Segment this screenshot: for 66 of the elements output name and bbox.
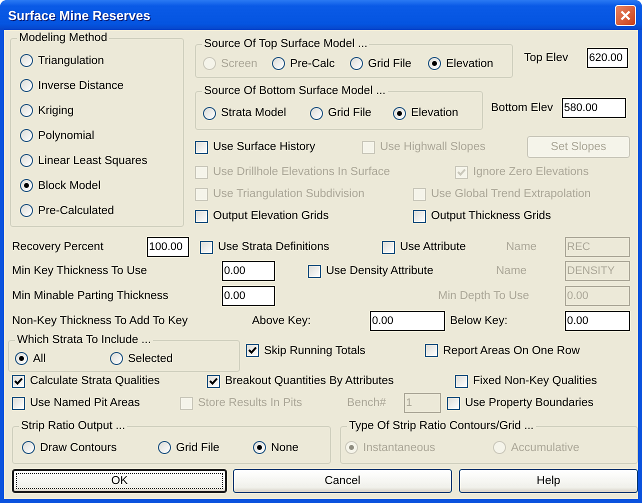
close-icon: [620, 10, 631, 20]
field-label: Non-Key Thickness To Add To Key: [12, 315, 188, 327]
checkbox[interactable]: Skip Running Totals: [246, 344, 366, 357]
radio-button[interactable]: Pre-Calculated: [20, 204, 114, 217]
radio-button[interactable]: Pre-Calc: [272, 57, 335, 70]
field-label: Recovery Percent: [12, 241, 104, 253]
radio-button[interactable]: Grid File: [350, 57, 412, 70]
field-label: Top Elev: [524, 52, 568, 64]
text-field[interactable]: 580.00: [562, 98, 626, 118]
text-field[interactable]: 0.00: [222, 286, 275, 306]
text-field[interactable]: 0.00: [565, 311, 630, 331]
group-label: Source Of Top Surface Model ...: [203, 38, 368, 50]
text-field[interactable]: 0.00: [222, 261, 275, 281]
check-icon: [248, 346, 257, 355]
check-icon: [457, 168, 466, 176]
radio-button[interactable]: Block Model: [20, 179, 101, 192]
checkbox[interactable]: Use Surface History: [195, 140, 316, 154]
radio-button[interactable]: Elevation: [393, 106, 458, 120]
group-label: Which Strata To Include ...: [16, 334, 152, 346]
field-label: Bottom Elev: [491, 102, 553, 114]
checkbox[interactable]: Report Areas On One Row: [425, 344, 580, 357]
check-icon: [209, 376, 218, 386]
checkbox[interactable]: Calculate Strata Qualities: [12, 374, 160, 388]
radio-button[interactable]: Draw Contours: [22, 441, 117, 454]
group-label: Strip Ratio Output ...: [20, 420, 126, 432]
radio-button[interactable]: None: [253, 441, 298, 454]
group-label: Type Of Strip Ratio Contours/Grid ...: [348, 420, 535, 432]
checkbox[interactable]: Use Named Pit Areas: [12, 396, 140, 410]
group-label: Source Of Bottom Surface Model ...: [203, 85, 387, 97]
checkbox[interactable]: Use Strata Definitions: [200, 240, 330, 254]
field-label: Name: [496, 265, 527, 277]
radio-button[interactable]: Linear Least Squares: [20, 154, 148, 167]
radio-button[interactable]: Inverse Distance: [20, 79, 124, 92]
text-field[interactable]: 0.00: [370, 311, 445, 331]
field-label: Min Key Thickness To Use: [12, 265, 148, 277]
field-label: Below Key:: [450, 315, 508, 327]
dialog-button[interactable]: OK: [12, 469, 227, 493]
checkbox[interactable]: Breakout Quantities By Attributes: [207, 374, 394, 388]
field-label: Name: [506, 241, 537, 253]
field-label: Above Key:: [252, 315, 311, 327]
radio-button[interactable]: Grid File: [158, 441, 220, 454]
check-icon: [14, 376, 23, 386]
group-label: Modeling Method: [18, 32, 108, 44]
close-button[interactable]: [615, 4, 636, 26]
radio-button[interactable]: Grid File: [310, 106, 372, 120]
radio-button[interactable]: Selected: [110, 352, 173, 365]
field-label: Min Minable Parting Thickness: [12, 290, 168, 302]
dialog-button[interactable]: Cancel: [233, 469, 452, 493]
checkbox[interactable]: Fixed Non-Key Qualities: [455, 374, 597, 388]
checkbox[interactable]: Use Density Attribute: [308, 264, 434, 278]
checkbox[interactable]: Output Thickness Grids: [413, 210, 551, 222]
window-title: Surface Mine Reserves: [8, 8, 150, 22]
checkbox[interactable]: Use Attribute: [382, 240, 466, 254]
field-label: Min Depth To Use: [438, 290, 530, 302]
radio-button[interactable]: All: [15, 352, 46, 365]
checkbox[interactable]: Use Property Boundaries: [447, 396, 594, 410]
radio-button[interactable]: Elevation: [428, 57, 494, 70]
field-label: Bench#: [347, 397, 386, 409]
dialog-button[interactable]: Help: [459, 469, 638, 493]
checkbox[interactable]: Output Elevation Grids: [195, 210, 329, 222]
text-field[interactable]: 100.00: [147, 237, 189, 257]
text-field[interactable]: 620.00: [587, 48, 628, 68]
radio-button[interactable]: Kriging: [20, 104, 74, 117]
radio-button[interactable]: Triangulation: [20, 54, 104, 67]
radio-button[interactable]: Strata Model: [203, 106, 286, 120]
radio-button[interactable]: Polynomial: [20, 129, 94, 142]
